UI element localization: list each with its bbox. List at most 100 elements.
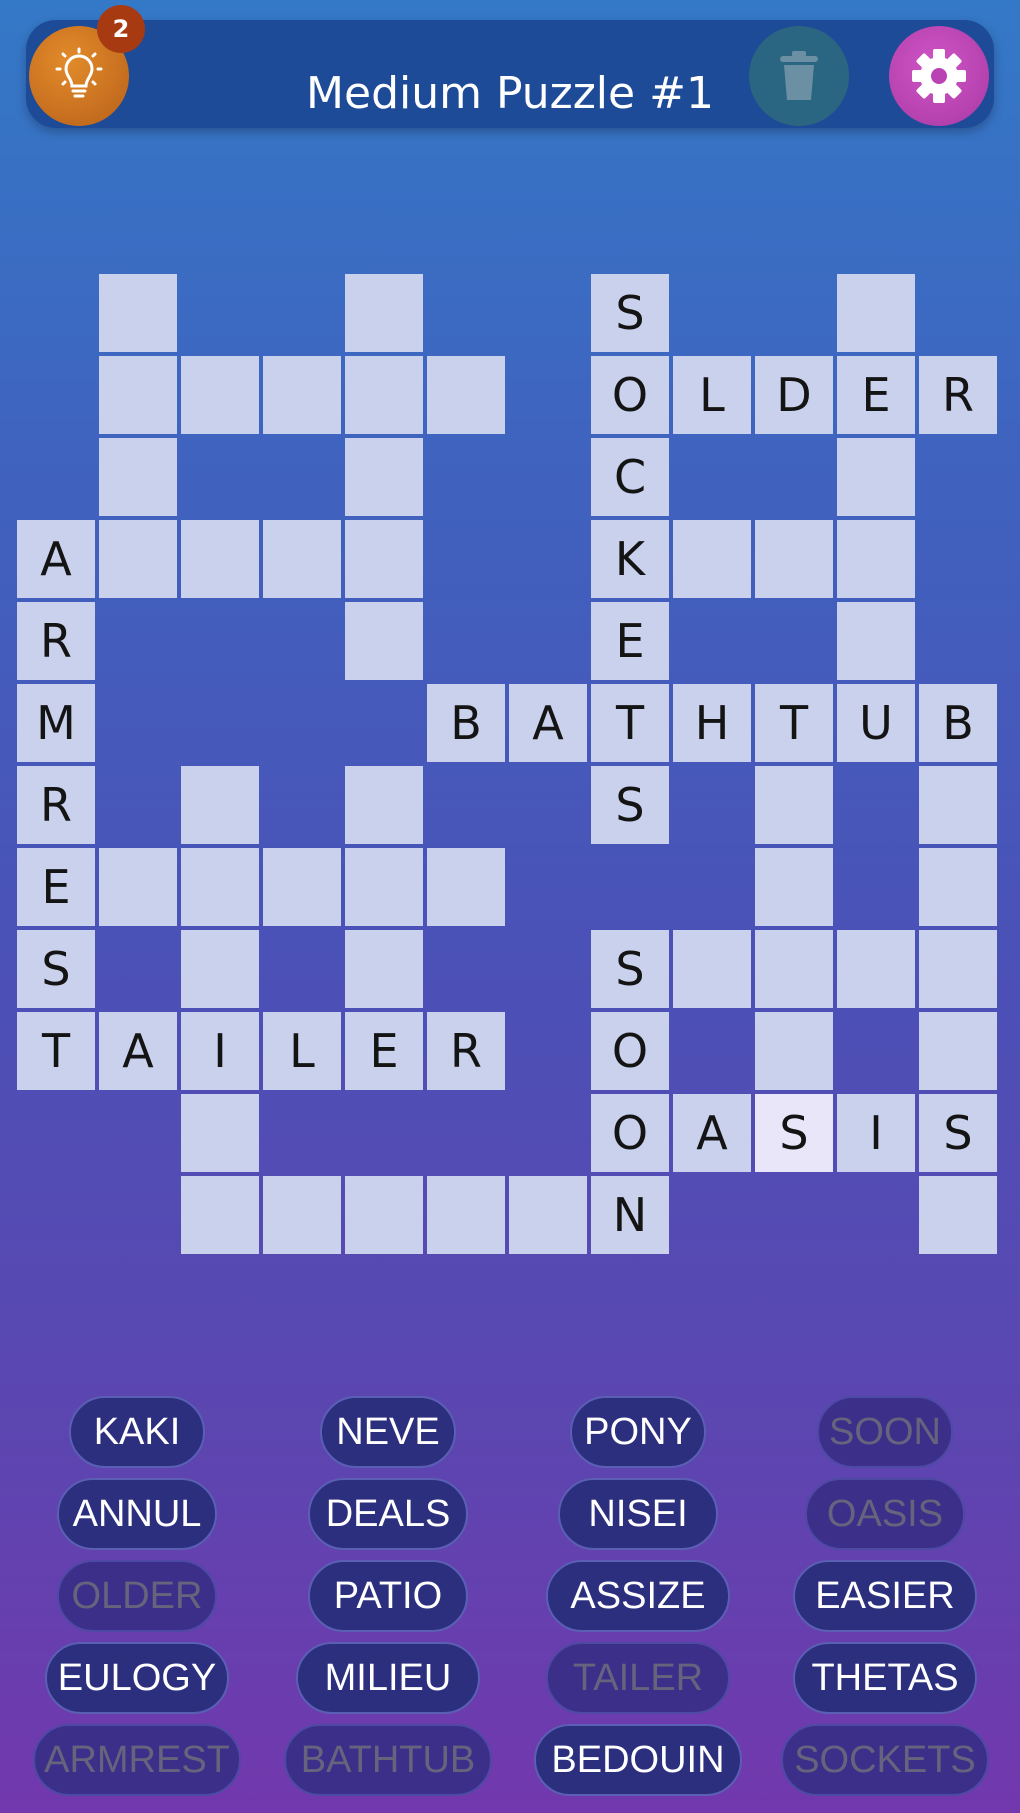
grid-cell-empty[interactable] bbox=[345, 602, 423, 680]
word-pill-eulogy[interactable]: EULOGY bbox=[45, 1642, 229, 1714]
grid-cell-empty[interactable] bbox=[345, 356, 423, 434]
grid-cell-filled[interactable]: E bbox=[591, 602, 669, 680]
word-pill-deals[interactable]: DEALS bbox=[308, 1478, 468, 1550]
grid-cell-empty[interactable] bbox=[673, 520, 751, 598]
grid-cell-empty[interactable] bbox=[837, 520, 915, 598]
grid-cell-empty[interactable] bbox=[99, 848, 177, 926]
grid-cell-filled[interactable]: E bbox=[17, 848, 95, 926]
word-pill-older[interactable]: OLDER bbox=[57, 1560, 217, 1632]
grid-cell-empty[interactable] bbox=[427, 1176, 505, 1254]
grid-cell-filled[interactable]: S bbox=[591, 766, 669, 844]
word-pill-pony[interactable]: PONY bbox=[570, 1396, 706, 1468]
grid-cell-filled[interactable]: H bbox=[673, 684, 751, 762]
grid-cell-empty[interactable] bbox=[263, 356, 341, 434]
grid-cell-filled[interactable]: O bbox=[591, 1012, 669, 1090]
grid-cell-filled[interactable]: T bbox=[591, 684, 669, 762]
grid-cell-filled[interactable]: D bbox=[755, 356, 833, 434]
grid-cell-empty[interactable] bbox=[509, 1176, 587, 1254]
grid-cell-filled[interactable]: A bbox=[17, 520, 95, 598]
grid-cell-empty[interactable] bbox=[755, 848, 833, 926]
grid-cell-empty[interactable] bbox=[181, 1094, 259, 1172]
grid-cell-filled[interactable]: A bbox=[673, 1094, 751, 1172]
grid-cell-filled[interactable]: L bbox=[263, 1012, 341, 1090]
grid-cell-filled[interactable]: K bbox=[591, 520, 669, 598]
grid-cell-empty[interactable] bbox=[263, 520, 341, 598]
grid-cell-empty[interactable] bbox=[99, 356, 177, 434]
grid-cell-empty[interactable] bbox=[755, 1012, 833, 1090]
word-pill-kaki[interactable]: KAKI bbox=[69, 1396, 205, 1468]
grid-cell-empty[interactable] bbox=[263, 848, 341, 926]
grid-cell-filled[interactable]: A bbox=[509, 684, 587, 762]
grid-cell-filled[interactable]: R bbox=[17, 602, 95, 680]
word-pill-patio[interactable]: PATIO bbox=[308, 1560, 468, 1632]
word-pill-neve[interactable]: NEVE bbox=[320, 1396, 456, 1468]
grid-cell-filled[interactable]: O bbox=[591, 1094, 669, 1172]
grid-cell-filled[interactable]: S bbox=[591, 930, 669, 1008]
grid-cell-filled[interactable]: T bbox=[755, 684, 833, 762]
grid-cell-empty[interactable] bbox=[755, 766, 833, 844]
grid-cell-empty[interactable] bbox=[345, 930, 423, 1008]
grid-cell-empty[interactable] bbox=[837, 602, 915, 680]
grid-cell-filled[interactable]: C bbox=[591, 438, 669, 516]
grid-cell-empty[interactable] bbox=[755, 520, 833, 598]
word-pill-bedouin[interactable]: BEDOUIN bbox=[534, 1724, 742, 1796]
word-pill-nisei[interactable]: NISEI bbox=[558, 1478, 718, 1550]
grid-cell-empty[interactable] bbox=[181, 766, 259, 844]
grid-cell-filled[interactable]: I bbox=[837, 1094, 915, 1172]
grid-cell-filled[interactable]: T bbox=[17, 1012, 95, 1090]
grid-cell-empty[interactable] bbox=[345, 274, 423, 352]
word-pill-thetas[interactable]: THETAS bbox=[793, 1642, 977, 1714]
grid-cell-empty[interactable] bbox=[919, 848, 997, 926]
grid-cell-filled[interactable]: O bbox=[591, 356, 669, 434]
grid-cell-empty[interactable] bbox=[181, 1176, 259, 1254]
word-pill-assize[interactable]: ASSIZE bbox=[546, 1560, 730, 1632]
grid-cell-filled[interactable]: A bbox=[99, 1012, 177, 1090]
grid-cell-empty[interactable] bbox=[99, 520, 177, 598]
grid-cell-filled[interactable]: R bbox=[919, 356, 997, 434]
grid-cell-empty[interactable] bbox=[181, 520, 259, 598]
grid-cell-empty[interactable] bbox=[919, 1176, 997, 1254]
grid-cell-empty[interactable] bbox=[427, 848, 505, 926]
grid-cell-empty[interactable] bbox=[263, 1176, 341, 1254]
grid-cell-empty[interactable] bbox=[345, 848, 423, 926]
grid-cell-empty[interactable] bbox=[919, 766, 997, 844]
grid-cell-empty[interactable] bbox=[673, 930, 751, 1008]
grid-cell-empty[interactable] bbox=[345, 520, 423, 598]
word-pill-annul[interactable]: ANNUL bbox=[57, 1478, 217, 1550]
grid-cell-empty[interactable] bbox=[345, 766, 423, 844]
grid-cell-filled[interactable]: S bbox=[17, 930, 95, 1008]
grid-cell-filled[interactable]: R bbox=[427, 1012, 505, 1090]
word-pill-armrest[interactable]: ARMREST bbox=[33, 1724, 241, 1796]
word-pill-soon[interactable]: SOON bbox=[817, 1396, 953, 1468]
word-pill-bathtub[interactable]: BATHTUB bbox=[284, 1724, 492, 1796]
grid-cell-empty[interactable] bbox=[837, 438, 915, 516]
grid-cell-filled[interactable]: S bbox=[591, 274, 669, 352]
grid-cell-empty[interactable] bbox=[919, 930, 997, 1008]
grid-cell-empty[interactable] bbox=[919, 1012, 997, 1090]
word-pill-oasis[interactable]: OASIS bbox=[805, 1478, 965, 1550]
word-pill-tailer[interactable]: TAILER bbox=[546, 1642, 730, 1714]
grid-cell-filled[interactable]: B bbox=[427, 684, 505, 762]
grid-cell-empty[interactable] bbox=[345, 438, 423, 516]
grid-cell-filled[interactable]: L bbox=[673, 356, 751, 434]
grid-cell-empty[interactable] bbox=[181, 356, 259, 434]
word-pill-easier[interactable]: EASIER bbox=[793, 1560, 977, 1632]
word-pill-milieu[interactable]: MILIEU bbox=[296, 1642, 480, 1714]
grid-cell-filled[interactable]: N bbox=[591, 1176, 669, 1254]
grid-cell-filled[interactable]: E bbox=[345, 1012, 423, 1090]
grid-cell-filled[interactable]: M bbox=[17, 684, 95, 762]
word-pill-sockets[interactable]: SOCKETS bbox=[781, 1724, 989, 1796]
grid-cell-empty[interactable] bbox=[181, 930, 259, 1008]
grid-cell-filled[interactable]: S bbox=[755, 1094, 833, 1172]
grid-cell-empty[interactable] bbox=[99, 438, 177, 516]
grid-cell-empty[interactable] bbox=[427, 356, 505, 434]
grid-cell-empty[interactable] bbox=[837, 930, 915, 1008]
grid-cell-filled[interactable]: E bbox=[837, 356, 915, 434]
grid-cell-empty[interactable] bbox=[345, 1176, 423, 1254]
grid-cell-empty[interactable] bbox=[99, 274, 177, 352]
grid-cell-filled[interactable]: S bbox=[919, 1094, 997, 1172]
grid-cell-empty[interactable] bbox=[837, 274, 915, 352]
grid-cell-filled[interactable]: B bbox=[919, 684, 997, 762]
grid-cell-filled[interactable]: R bbox=[17, 766, 95, 844]
grid-cell-filled[interactable]: U bbox=[837, 684, 915, 762]
